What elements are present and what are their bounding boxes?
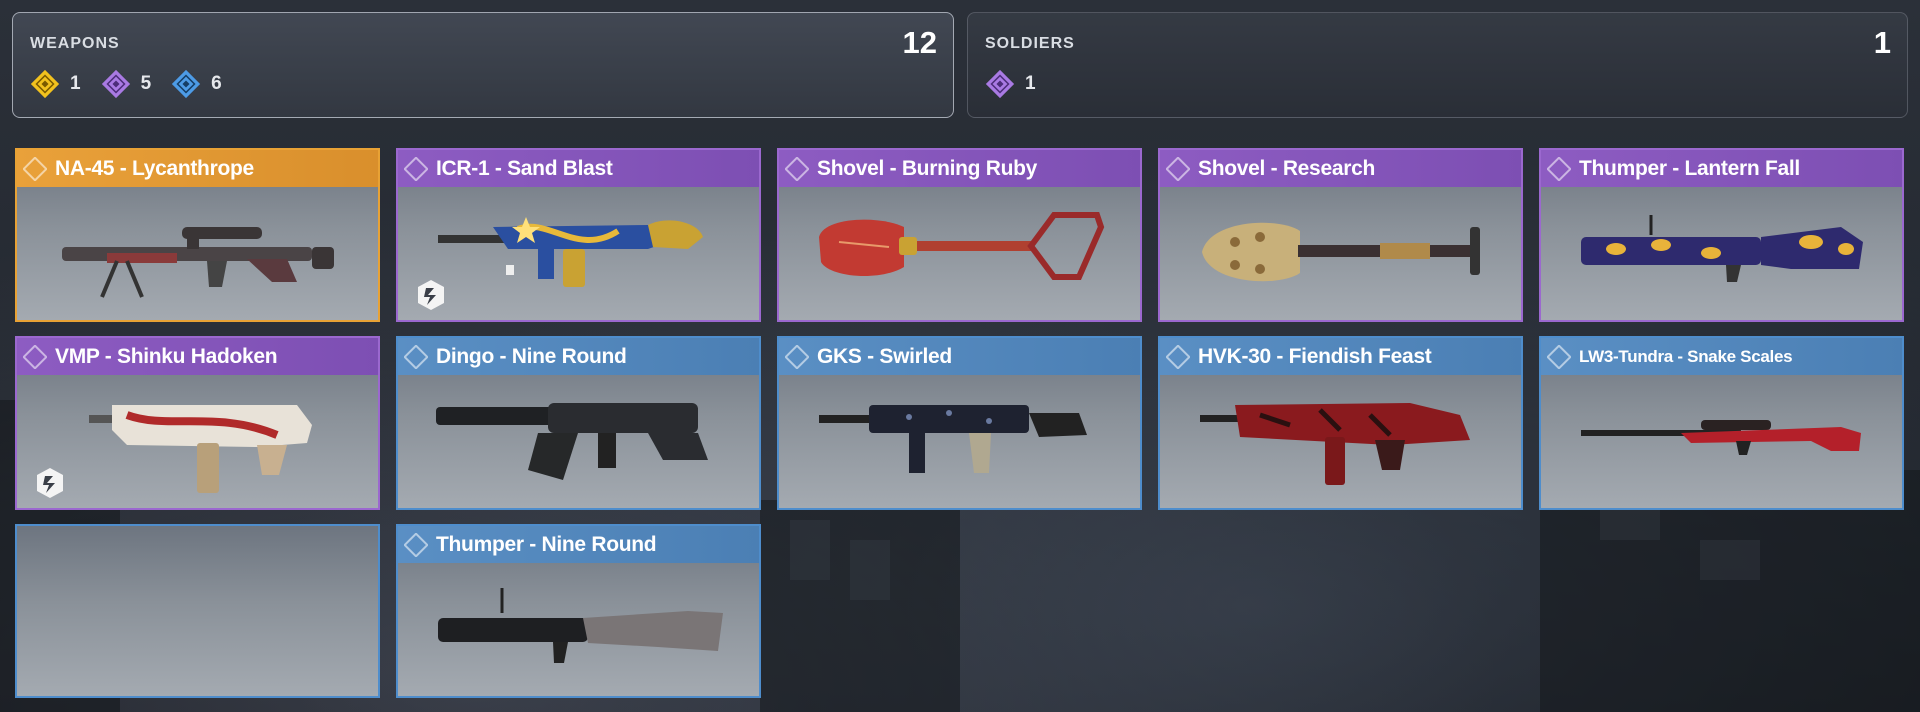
weapon-name: Dingo - Nine Round <box>436 344 627 368</box>
blue-gem-icon <box>172 69 201 99</box>
weapon-card-lw3-tundra[interactable]: LW3-Tundra - Snake Scales <box>1539 336 1904 510</box>
smg-icon <box>819 405 1087 473</box>
rarity-tag-icon <box>1166 344 1190 369</box>
rarity-tag-icon <box>785 344 809 369</box>
weapons-label: WEAPONS <box>30 35 120 52</box>
rarity-tag-icon <box>1547 156 1571 181</box>
sniper-rifle-icon <box>62 227 334 298</box>
weapon-name: Shovel - Burning Ruby <box>817 156 1038 180</box>
season-badge-icon <box>418 280 444 310</box>
weapon-name: HVK-30 - Fiendish Feast <box>1198 344 1432 368</box>
weapon-name: LW3-Tundra - Snake Scales <box>1579 346 1793 366</box>
weapon-card-icr1[interactable]: ICR-1 - Sand Blast <box>396 148 761 322</box>
rarity-tag-icon <box>1166 156 1190 181</box>
shovel-icon <box>819 212 1105 280</box>
weapon-card-thumper-nine[interactable]: Thumper - Nine Round <box>396 524 761 698</box>
sniper-rifle-icon <box>1581 420 1861 455</box>
weapon-card-shovel-research[interactable]: Shovel - Research <box>1158 148 1523 322</box>
weapons-count: 12 <box>902 25 937 60</box>
soldiers-count: 1 <box>1873 25 1891 60</box>
rarity-tag-icon <box>404 156 428 181</box>
soldiers-label: SOLDIERS <box>985 35 1075 52</box>
rarity-tag-icon <box>1547 344 1571 369</box>
rare-count: 6 <box>171 69 222 99</box>
weapon-card-gks[interactable]: GKS - Swirled <box>777 336 1142 510</box>
purple-gem-icon <box>101 69 130 99</box>
weapons-summary-panel[interactable]: WEAPONS 12 1 5 6 <box>12 12 954 118</box>
rarity-tag-icon <box>23 344 47 369</box>
rarity-tag-icon <box>785 156 809 181</box>
weapon-card-thumper-lantern[interactable]: Thumper - Lantern Fall <box>1539 148 1904 322</box>
weapon-card-hvk30[interactable]: HVK-30 - Fiendish Feast <box>1158 336 1523 510</box>
grenade-launcher-icon <box>438 588 723 663</box>
weapons-rarity-breakdown: 1 5 6 <box>30 69 242 99</box>
gold-gem-icon <box>30 69 60 99</box>
weapon-name: ICR-1 - Sand Blast <box>436 156 613 180</box>
weapon-name: VMP - Shinku Hadoken <box>55 344 278 368</box>
purple-gem-icon <box>985 69 1015 99</box>
soldiers-summary-panel[interactable]: SOLDIERS 1 1 <box>967 12 1908 118</box>
rarity-tag-icon <box>23 156 47 181</box>
weapon-name: Thumper - Lantern Fall <box>1579 156 1800 180</box>
soldiers-rarity-breakdown: 1 <box>985 69 1056 99</box>
weapon-name: NA-45 - Lycanthrope <box>55 156 254 180</box>
shovel-icon <box>1202 222 1480 282</box>
season-badge-icon <box>37 468 63 498</box>
empty-weapon-slot[interactable] <box>15 524 380 698</box>
weapon-name: Shovel - Research <box>1198 156 1375 180</box>
epic-count: 5 <box>101 69 151 99</box>
smg-icon <box>89 405 312 493</box>
weapon-card-dingo[interactable]: Dingo - Nine Round <box>396 336 761 510</box>
assault-rifle-icon <box>1200 403 1470 485</box>
lmg-icon <box>436 403 708 480</box>
weapon-name: GKS - Swirled <box>817 344 952 368</box>
weapon-card-na45[interactable]: NA-45 - Lycanthrope <box>15 148 380 322</box>
assault-rifle-icon <box>438 217 703 287</box>
weapon-name: Thumper - Nine Round <box>436 532 657 556</box>
weapon-card-shovel-ruby[interactable]: Shovel - Burning Ruby <box>777 148 1142 322</box>
rarity-tag-icon <box>404 532 428 557</box>
legendary-count: 1 <box>30 69 81 99</box>
weapon-card-vmp[interactable]: VMP - Shinku Hadoken <box>15 336 380 510</box>
epic-count: 1 <box>985 69 1036 99</box>
grenade-launcher-icon <box>1581 215 1863 282</box>
rarity-tag-icon <box>404 344 428 369</box>
